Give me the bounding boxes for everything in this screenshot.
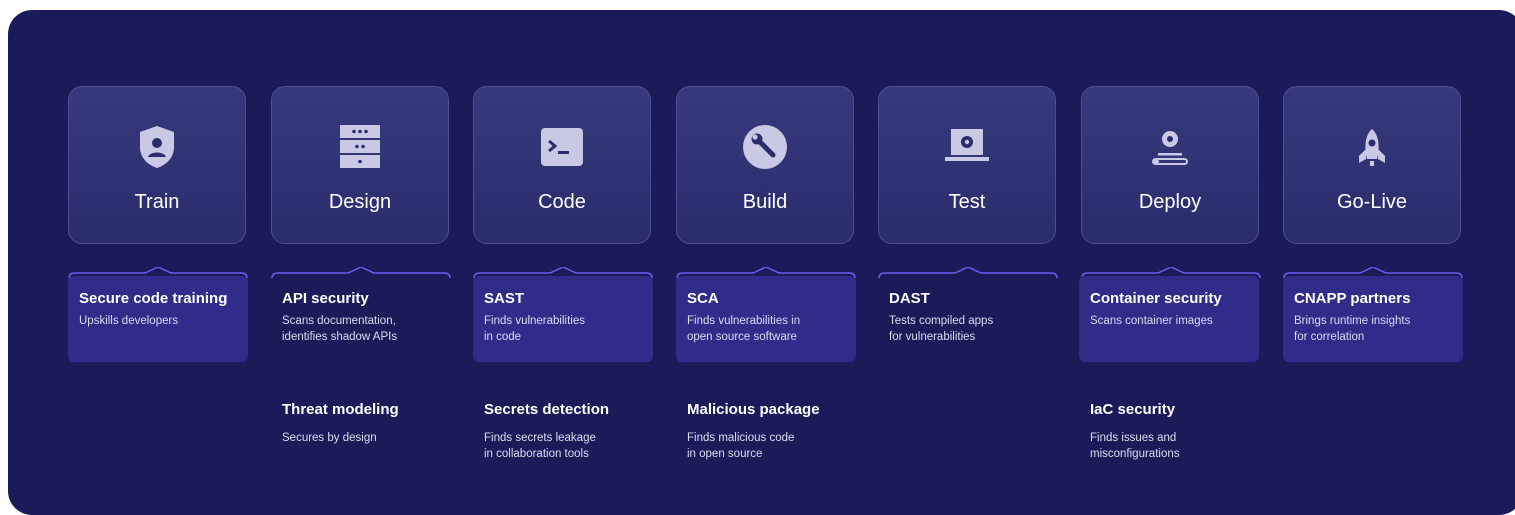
stage-deploy[interactable]: Deploy — [1081, 86, 1259, 244]
tool-malicious-package[interactable]: Malicious package Finds malicious code i… — [676, 400, 856, 462]
tool-title: Secure code training — [79, 290, 228, 307]
tool-title: SCA — [687, 290, 719, 307]
stage-label: Deploy — [1138, 191, 1202, 213]
tool-description: Scans documentation, identifies shadow A… — [282, 315, 398, 343]
tool-title: SAST — [484, 290, 525, 307]
tool-description: Finds vulnerabilities in code — [484, 315, 585, 343]
rocket-icon — [1359, 129, 1385, 166]
tool-title: IaC security — [1090, 401, 1176, 418]
laptop-gear-icon — [945, 129, 989, 161]
tool-title: Threat modeling — [282, 401, 399, 418]
tool-card-sast[interactable]: SAST Finds vulnerabilities in code — [473, 276, 653, 362]
shield-user-icon — [140, 126, 174, 168]
stage-label: Build — [742, 191, 788, 213]
stage-label: Train — [134, 191, 180, 213]
tool-title: Container security — [1090, 290, 1222, 307]
tool-description: Brings runtime insights for correlation — [1294, 315, 1411, 343]
sdlc-panel: Train Design Code Build Test Deploy Go-L… — [8, 10, 1515, 515]
stage-label: Test — [948, 191, 986, 213]
tool-description: Finds vulnerabilities in open source sof… — [687, 315, 801, 343]
tool-description: Scans container images — [1090, 315, 1213, 327]
stage-label: Design — [328, 191, 392, 213]
terminal-icon — [541, 128, 583, 166]
tool-description: Upskills developers — [79, 315, 179, 327]
stage-label: Code — [538, 191, 586, 213]
tool-secrets-detection[interactable]: Secrets detection Finds secrets leakage … — [473, 400, 653, 462]
tool-card-cnapp-partners[interactable]: CNAPP partners Brings runtime insights f… — [1283, 276, 1463, 362]
tool-title: DAST — [889, 290, 930, 307]
stage-train[interactable]: Train — [68, 86, 246, 244]
tool-card-secure-code-training[interactable]: Secure code training Upskills developers — [68, 276, 248, 362]
tool-title: CNAPP partners — [1294, 290, 1411, 307]
stage-label: Go-Live — [1336, 191, 1408, 213]
gear-progress-icon — [1152, 131, 1188, 165]
stage-design[interactable]: Design — [271, 86, 449, 244]
tool-card-dast[interactable]: DAST Tests compiled apps for vulnerabili… — [878, 276, 1058, 355]
stage-test[interactable]: Test — [878, 86, 1056, 244]
stage-build[interactable]: Build — [676, 86, 854, 244]
tool-description: Finds malicious code in open source — [687, 432, 795, 460]
tool-title: Malicious package — [687, 401, 820, 418]
tool-card-api-security[interactable]: API security Scans documentation, identi… — [271, 276, 451, 355]
tool-description: Finds issues and misconfigurations — [1090, 432, 1180, 460]
tool-title: Secrets detection — [484, 401, 610, 418]
wrench-icon — [743, 125, 787, 169]
stage-code[interactable]: Code — [473, 86, 651, 244]
tool-description: Tests compiled apps for vulnerabilities — [889, 315, 994, 343]
tool-card-container-security[interactable]: Container security Scans container image… — [1079, 276, 1259, 362]
tool-description: Secures by design — [282, 432, 377, 444]
tool-threat-modeling[interactable]: Threat modeling Secures by design — [271, 400, 451, 446]
stage-go-live[interactable]: Go-Live — [1283, 86, 1461, 244]
tool-title: API security — [282, 290, 369, 307]
server-rack-icon — [340, 125, 380, 168]
tool-description: Finds secrets leakage in collaboration t… — [484, 432, 596, 460]
tool-iac-security[interactable]: IaC security Finds issues and misconfigu… — [1079, 400, 1259, 462]
tool-card-sca[interactable]: SCA Finds vulnerabilities in open source… — [676, 276, 856, 362]
